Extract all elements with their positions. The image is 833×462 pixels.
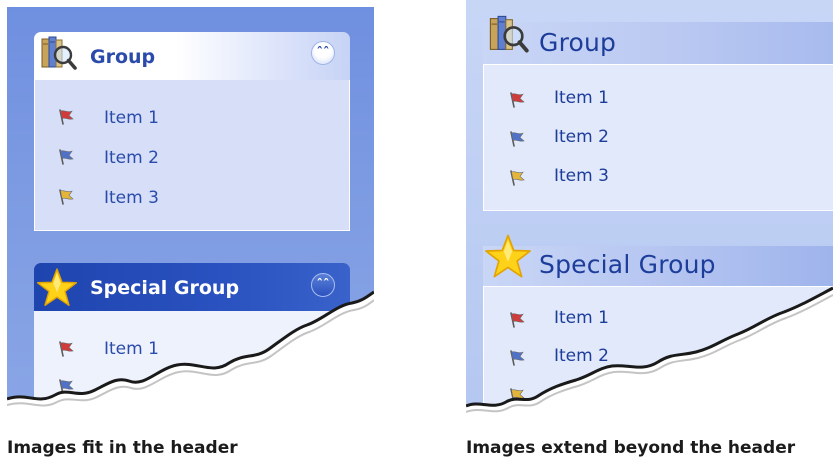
item-label[interactable]: Item 1 [104,108,159,128]
star-icon [36,267,78,309]
list-item[interactable] [57,337,75,361]
chevron-double-up-icon[interactable]: ˆˆ [311,41,335,65]
chevron-double-up-icon[interactable]: ˆˆ [311,273,335,297]
star-icon [484,233,532,281]
group-header[interactable] [483,22,833,64]
item-label[interactable]: Item 2 [104,148,159,168]
red-flag-icon [57,108,75,126]
group-body [483,64,833,211]
group-body [34,80,350,231]
list-item[interactable] [508,346,526,370]
list-item[interactable] [57,105,75,129]
special-group-title: Special Group [539,250,716,279]
list-item[interactable] [508,166,526,190]
yellow-flag-icon [508,169,526,187]
group-header[interactable] [34,32,350,80]
list-item[interactable] [57,145,75,169]
books-magnifier-icon [486,12,530,56]
item-label[interactable]: Item 1 [554,88,609,108]
list-item[interactable] [508,88,526,112]
special-group-body [34,311,350,422]
left-explorer-panel: Group ˆˆ Item 1 Item 2 Item 3 Special Gr… [7,7,374,422]
item-label[interactable]: Item 1 [104,339,159,359]
red-flag-icon [508,311,526,329]
list-item[interactable] [57,375,75,399]
blue-flag-icon [57,378,75,396]
group-title: Group [539,28,617,57]
books-magnifier-icon [38,33,78,73]
list-item[interactable] [57,185,75,209]
red-flag-icon [508,91,526,109]
special-group-body [483,286,833,422]
blue-flag-icon [508,349,526,367]
blue-flag-icon [508,130,526,148]
red-flag-icon [57,340,75,358]
special-group-title: Special Group [90,277,240,299]
yellow-flag-icon [508,387,526,405]
list-item[interactable] [508,308,526,332]
blue-flag-icon [57,148,75,166]
group-title: Group [90,46,156,68]
right-caption: Images extend beyond the header [466,438,796,458]
item-label[interactable]: Item 2 [554,346,609,366]
list-item[interactable] [508,384,526,408]
list-item[interactable] [508,127,526,151]
item-label[interactable]: Item 1 [554,308,609,328]
left-caption: Images fit in the header [7,438,238,458]
right-explorer-panel: Group Item 1 Item 2 Item 3 Special Group… [466,0,833,422]
item-label[interactable]: Item 2 [554,127,609,147]
item-label[interactable]: Item 3 [554,166,609,186]
yellow-flag-icon [57,188,75,206]
item-label[interactable]: Item 3 [104,188,159,208]
